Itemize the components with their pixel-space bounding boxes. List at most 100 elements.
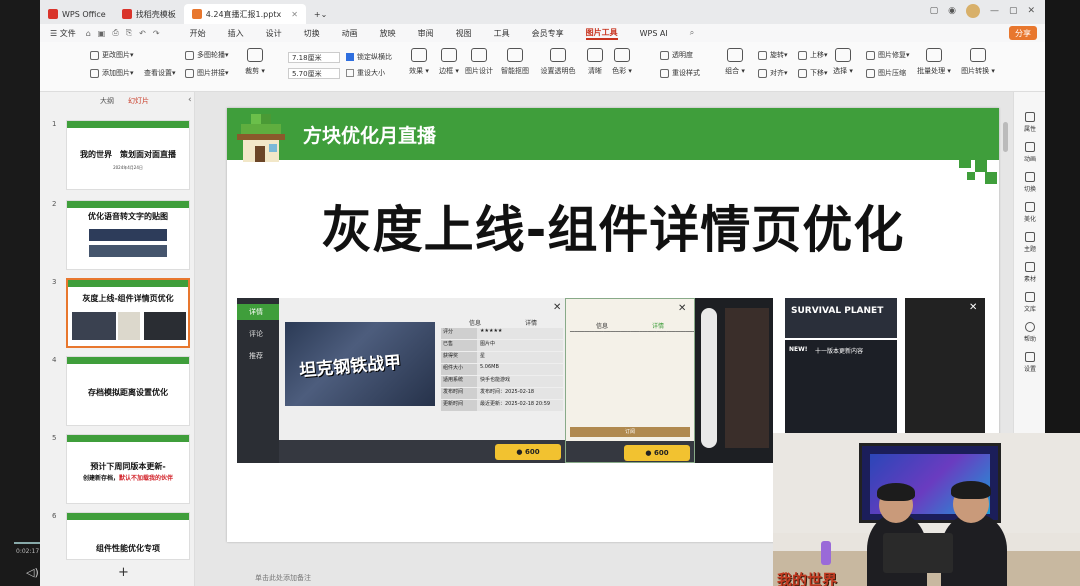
thumb-title: 我的世界 策划面对面直播 — [67, 149, 189, 160]
new-tab-button[interactable]: + ⌄ — [306, 4, 335, 24]
notes-placeholder[interactable]: 单击此处添加备注 — [255, 573, 311, 583]
rotate-button[interactable]: 旋转 ▾ — [758, 50, 788, 60]
batch-process-button[interactable]: 批量处理 ▾ — [914, 48, 954, 76]
pic-compress-button[interactable]: 图片压缩 — [866, 68, 906, 78]
menu-start[interactable]: 开始 — [190, 28, 206, 39]
wps-logo-icon — [48, 9, 58, 19]
menu-member[interactable]: 会员专享 — [532, 28, 564, 39]
effects-button[interactable]: 效果 ▾ — [402, 48, 436, 76]
avatar[interactable] — [965, 4, 980, 18]
smart-cutout-button[interactable]: 智能抠图 — [498, 48, 532, 76]
close-tab-icon[interactable]: ✕ — [291, 10, 298, 19]
select-button[interactable]: 选择 ▾ — [826, 48, 860, 76]
reset-style-button[interactable]: 重设样式 — [660, 68, 700, 78]
menu-review[interactable]: 审阅 — [418, 28, 434, 39]
height-field[interactable]: 5.70厘米 — [288, 68, 340, 79]
price-value: 600 — [524, 448, 540, 456]
color-button[interactable]: 色彩 ▾ — [605, 48, 639, 76]
vertical-scrollbar[interactable] — [1003, 122, 1008, 152]
sidebar-properties[interactable]: 属性 — [1014, 112, 1046, 133]
menu-design[interactable]: 设计 — [266, 28, 282, 39]
detail-text-screenshot[interactable]: 信息 详情 ✕ ━━━━━━━━━━━━━━━━━━━━━━━━━━━━━━━━… — [565, 298, 695, 463]
layout-icon[interactable]: ▢ — [930, 6, 939, 16]
label: 图片拼接 — [197, 69, 225, 77]
label: 旋转 — [770, 51, 784, 59]
info-value: 图片中 — [480, 341, 496, 347]
pic-repair-button[interactable]: 图片修复 ▾ — [866, 50, 910, 60]
tab-document[interactable]: 4.24直播汇报1.pptx ✕ — [183, 4, 306, 24]
export-icon[interactable]: ⎙ — [112, 28, 118, 38]
save-icon[interactable]: ▣ — [98, 29, 106, 38]
lock-ratio-checkbox[interactable]: 锁定纵横比 — [346, 52, 392, 62]
reset-size-button[interactable]: 重设大小 — [346, 68, 385, 78]
border-button[interactable]: 边框 ▾ — [432, 48, 466, 76]
transparent-color-icon — [550, 48, 566, 62]
multi-carousel-button[interactable]: 多图轮播 ▾ — [185, 50, 229, 60]
label: 重设大小 — [357, 69, 385, 77]
menu-picture-tools[interactable]: 图片工具 — [585, 27, 618, 40]
menu-animation[interactable]: 动画 — [342, 28, 358, 39]
add-slide-button[interactable]: + — [118, 565, 129, 580]
tab-wps-office[interactable]: WPS Office — [40, 4, 114, 24]
pic-design-button[interactable]: 图片设计 — [462, 48, 496, 76]
set-transparent-color-button[interactable]: 设置透明色 — [538, 48, 578, 76]
undo-icon[interactable]: ↶ — [139, 29, 146, 38]
minecraft-logo: 我的世界 — [777, 571, 838, 586]
file-menu[interactable]: ☰ 文件 — [50, 28, 76, 39]
move-up-button[interactable]: 上移 ▾ — [798, 50, 828, 60]
combine-button[interactable]: 组合 ▾ — [718, 48, 752, 76]
detail-page-screenshot[interactable]: 详情 评论 推荐 坦克钢铁战甲 信息 详情 评分 ★★★★★ 已售 图片中 获得奖星… — [237, 298, 567, 463]
label: 上移 — [810, 51, 824, 59]
menu-slideshow[interactable]: 放映 — [380, 28, 396, 39]
move-down-button[interactable]: 下移 ▾ — [798, 68, 828, 78]
border-icon — [441, 48, 457, 62]
sidebar-theme[interactable]: 主题 — [1014, 232, 1046, 253]
floating-toolbar-screenshot[interactable] — [695, 298, 773, 463]
view-settings-button[interactable]: 查看设置 ▾ — [144, 68, 176, 78]
thumb-title-line2: 创建新存档，默认不加载我的伙伴 — [67, 473, 189, 482]
menu-view[interactable]: 视图 — [456, 28, 472, 39]
slide-thumb-3[interactable]: 3 灰度上线-组件详情页优化 — [52, 278, 192, 352]
home-icon[interactable]: ⌂ — [86, 29, 91, 38]
change-pic-button[interactable]: 更改图片 ▾ — [90, 50, 134, 60]
menu-tools[interactable]: 工具 — [494, 28, 510, 39]
tab-template[interactable]: 找稻壳模板 — [114, 4, 184, 24]
align-button[interactable]: 对齐 ▾ — [758, 68, 788, 78]
playback-slider[interactable] — [14, 542, 40, 544]
tab-outline[interactable]: 大纲 — [100, 96, 114, 106]
volume-icon[interactable]: ◁) — [26, 566, 39, 579]
menu-insert[interactable]: 插入 — [228, 28, 244, 39]
print-icon[interactable]: ⎘ — [126, 28, 132, 38]
width-field[interactable]: 7.18厘米 — [288, 52, 340, 63]
minimize-icon[interactable]: — — [990, 6, 999, 16]
transparency-button[interactable]: 透明度 — [660, 50, 693, 60]
pic-stitch-button[interactable]: 图片拼接 ▾ — [185, 68, 229, 78]
tab-slides[interactable]: 幻灯片 — [128, 96, 149, 106]
close-window-icon[interactable]: ✕ — [1027, 6, 1035, 16]
sidebar-settings[interactable]: 设置 — [1014, 352, 1046, 373]
redo-icon[interactable]: ↷ — [153, 29, 160, 38]
maximize-icon[interactable]: ▢ — [1009, 6, 1018, 16]
slide-thumb-6[interactable]: 6 组件性能优化专项 — [52, 512, 192, 562]
share-button[interactable]: 分享 — [1009, 26, 1037, 40]
sidebar-help[interactable]: 帮助 — [1014, 322, 1046, 343]
add-pic-button[interactable]: 添加图片 ▾ — [90, 68, 134, 78]
slide-title[interactable]: 灰度上线-组件详情页优化 — [227, 190, 999, 262]
menu-transition[interactable]: 切换 — [304, 28, 320, 39]
collapse-panel-icon[interactable]: ‹ — [188, 95, 192, 105]
slide-thumb-5[interactable]: 5 预计下周同版本更新- 创建新存档，默认不加载我的伙伴 — [52, 434, 192, 508]
slide-thumb-4[interactable]: 4 存档模拟距离设置优化 — [52, 356, 192, 430]
search-icon[interactable]: ⌕ — [690, 28, 694, 38]
slide-thumb-2[interactable]: 2 优化语音转文字的贴图 — [52, 200, 192, 274]
crop-button[interactable]: 裁剪 ▾ — [238, 48, 272, 76]
sidebar-transition[interactable]: 切换 — [1014, 172, 1046, 193]
sidebar-assets[interactable]: 素材 — [1014, 262, 1046, 283]
sidebar-animation[interactable]: 动画 — [1014, 142, 1046, 163]
sidebar-library[interactable]: 文库 — [1014, 292, 1046, 313]
sidebar-beautify[interactable]: 美化 — [1014, 202, 1046, 223]
slide-thumb-1[interactable]: 1 我的世界 策划面对面直播 2024年4月24日 — [52, 120, 192, 194]
pic-convert-button[interactable]: 图片转换 ▾ — [958, 48, 998, 76]
menu-wps-ai[interactable]: WPS AI — [640, 29, 668, 38]
thumb-image — [144, 312, 186, 340]
skin-icon[interactable]: ◉ — [948, 6, 956, 16]
